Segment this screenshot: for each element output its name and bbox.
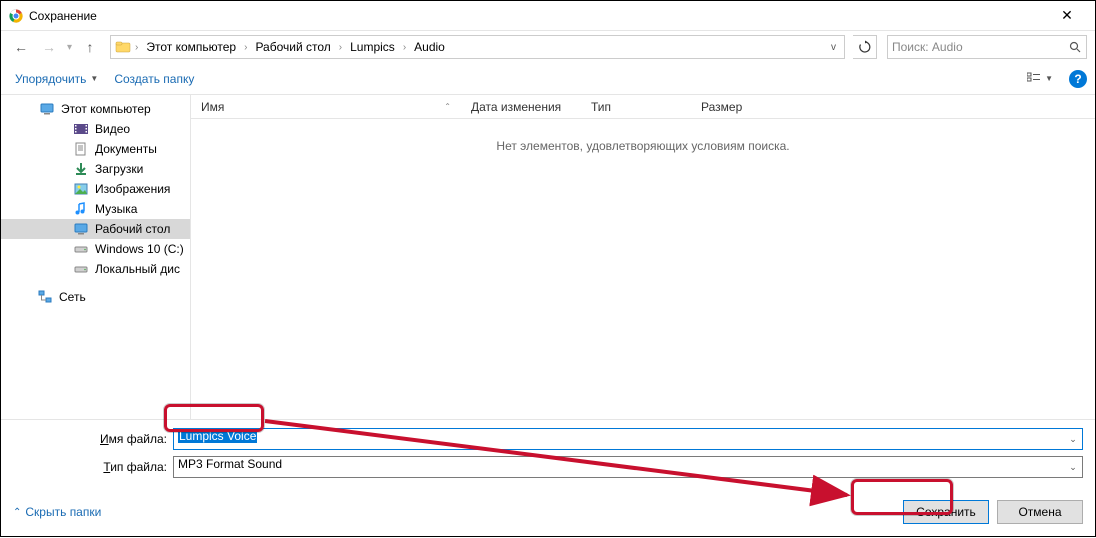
navigation-tree[interactable]: Этот компьютер Видео Документы Загрузки	[1, 95, 191, 419]
column-headers: Имя ⌃ Дата изменения Тип Размер	[191, 95, 1095, 119]
filename-label: Имя файла:	[13, 432, 173, 446]
file-list: Имя ⌃ Дата изменения Тип Размер Нет элем…	[191, 95, 1095, 419]
navbar: ← → ▾ ↑ › Этот компьютер › Рабочий стол …	[1, 31, 1095, 63]
search-placeholder: Поиск: Audio	[892, 40, 1069, 54]
forward-button[interactable]: →	[37, 35, 61, 59]
back-button[interactable]: ←	[9, 35, 33, 59]
hide-folders-toggle[interactable]: ⌃ Скрыть папки	[13, 505, 101, 519]
network-icon	[37, 289, 53, 305]
main-area: Этот компьютер Видео Документы Загрузки	[1, 95, 1095, 419]
search-icon	[1069, 41, 1082, 54]
filetype-label: Тип файла:	[13, 460, 173, 474]
chevron-right-icon[interactable]: ›	[242, 42, 249, 53]
history-dropdown-icon[interactable]: ▾	[67, 42, 72, 53]
column-date[interactable]: Дата изменения	[461, 100, 581, 114]
titlebar: Сохранение ✕	[1, 1, 1095, 31]
video-icon	[73, 121, 89, 137]
footer: ⌃ Скрыть папки Сохранить Отмена	[1, 492, 1095, 536]
fields-panel: Имя файла: Lumpics Voice ⌄ Тип файла: MP…	[1, 419, 1095, 492]
documents-icon	[73, 141, 89, 157]
desktop-icon	[73, 221, 89, 237]
tree-item-video[interactable]: Видео	[1, 119, 190, 139]
filetype-select[interactable]: MP3 Format Sound	[173, 456, 1083, 478]
save-dialog-window: Сохранение ✕ ← → ▾ ↑ › Этот компьютер › …	[0, 0, 1096, 537]
up-button[interactable]: ↑	[78, 35, 102, 59]
drive-icon	[73, 241, 89, 257]
column-type[interactable]: Тип	[581, 100, 691, 114]
filetype-dropdown-icon[interactable]: ⌄	[1064, 457, 1082, 477]
chrome-icon	[9, 9, 23, 23]
tree-item-drive-c[interactable]: Windows 10 (C:)	[1, 239, 190, 259]
music-icon	[73, 201, 89, 217]
breadcrumb-this-pc[interactable]: Этот компьютер	[142, 38, 240, 56]
address-bar[interactable]: › Этот компьютер › Рабочий стол › Lumpic…	[110, 35, 845, 59]
tree-item-music[interactable]: Музыка	[1, 199, 190, 219]
tree-item-pictures[interactable]: Изображения	[1, 179, 190, 199]
chevron-right-icon[interactable]: ›	[401, 42, 408, 53]
window-title: Сохранение	[29, 9, 1047, 23]
refresh-button[interactable]	[853, 35, 877, 59]
filetype-row: Тип файла: MP3 Format Sound ⌄	[13, 456, 1083, 478]
tree-item-documents[interactable]: Документы	[1, 139, 190, 159]
chevron-right-icon[interactable]: ›	[337, 42, 344, 53]
filename-input[interactable]: Lumpics Voice	[173, 428, 1083, 450]
folder-icon	[115, 39, 131, 55]
column-name[interactable]: Имя ⌃	[191, 100, 461, 114]
drive-icon	[73, 261, 89, 277]
address-dropdown-icon[interactable]: v	[827, 42, 840, 53]
new-folder-button[interactable]: Создать папку	[108, 68, 200, 90]
column-size[interactable]: Размер	[691, 100, 791, 114]
tree-item-this-pc[interactable]: Этот компьютер	[1, 99, 190, 119]
empty-message: Нет элементов, удовлетворяющих условиям …	[191, 119, 1095, 173]
breadcrumb-lumpics[interactable]: Lumpics	[346, 38, 399, 56]
tree-item-downloads[interactable]: Загрузки	[1, 159, 190, 179]
filename-dropdown-icon[interactable]: ⌄	[1064, 429, 1082, 449]
toolbar: Упорядочить ▼ Создать папку ▼ ?	[1, 63, 1095, 95]
pictures-icon	[73, 181, 89, 197]
chevron-down-icon: ▼	[90, 74, 98, 83]
chevron-right-icon[interactable]: ›	[133, 42, 140, 53]
tree-item-drive-local[interactable]: Локальный дис	[1, 259, 190, 279]
cancel-button[interactable]: Отмена	[997, 500, 1083, 524]
breadcrumb-desktop[interactable]: Рабочий стол	[251, 38, 334, 56]
breadcrumb-audio[interactable]: Audio	[410, 38, 449, 56]
save-button[interactable]: Сохранить	[903, 500, 989, 524]
organize-menu[interactable]: Упорядочить ▼	[9, 68, 104, 90]
help-button[interactable]: ?	[1069, 70, 1087, 88]
filename-row: Имя файла: Lumpics Voice ⌄	[13, 428, 1083, 450]
tree-item-network[interactable]: Сеть	[1, 287, 190, 307]
close-icon[interactable]: ✕	[1047, 2, 1087, 30]
tree-item-desktop[interactable]: Рабочий стол	[1, 219, 190, 239]
search-input[interactable]: Поиск: Audio	[887, 35, 1087, 59]
view-options-button[interactable]: ▼	[1023, 68, 1057, 90]
sort-asc-icon: ⌃	[444, 102, 451, 111]
chevron-up-icon: ⌃	[13, 507, 21, 518]
computer-icon	[39, 101, 55, 117]
downloads-icon	[73, 161, 89, 177]
